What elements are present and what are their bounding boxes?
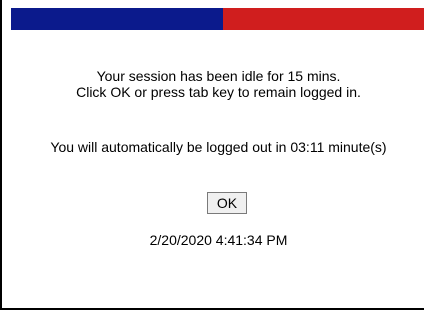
header-band-blue bbox=[11, 8, 223, 30]
countdown-suffix: minute(s) bbox=[324, 139, 387, 155]
idle-message: Your session has been idle for 15 mins. … bbox=[11, 68, 424, 100]
idle-message-line-2: Click OK or press tab key to remain logg… bbox=[76, 84, 361, 100]
session-timeout-dialog: Your session has been idle for 15 mins. … bbox=[0, 0, 424, 310]
header-color-band bbox=[11, 8, 424, 30]
idle-message-line-1: Your session has been idle for 15 mins. bbox=[96, 68, 341, 84]
header-band-red bbox=[223, 8, 424, 30]
countdown-timer: 03:11 bbox=[290, 139, 325, 155]
timestamp: 2/20/2020 4:41:34 PM bbox=[149, 232, 288, 248]
ok-button[interactable]: OK bbox=[207, 192, 247, 214]
logout-countdown-message: You will automatically be logged out in … bbox=[11, 139, 424, 155]
countdown-prefix: You will automatically be logged out in bbox=[50, 139, 291, 155]
